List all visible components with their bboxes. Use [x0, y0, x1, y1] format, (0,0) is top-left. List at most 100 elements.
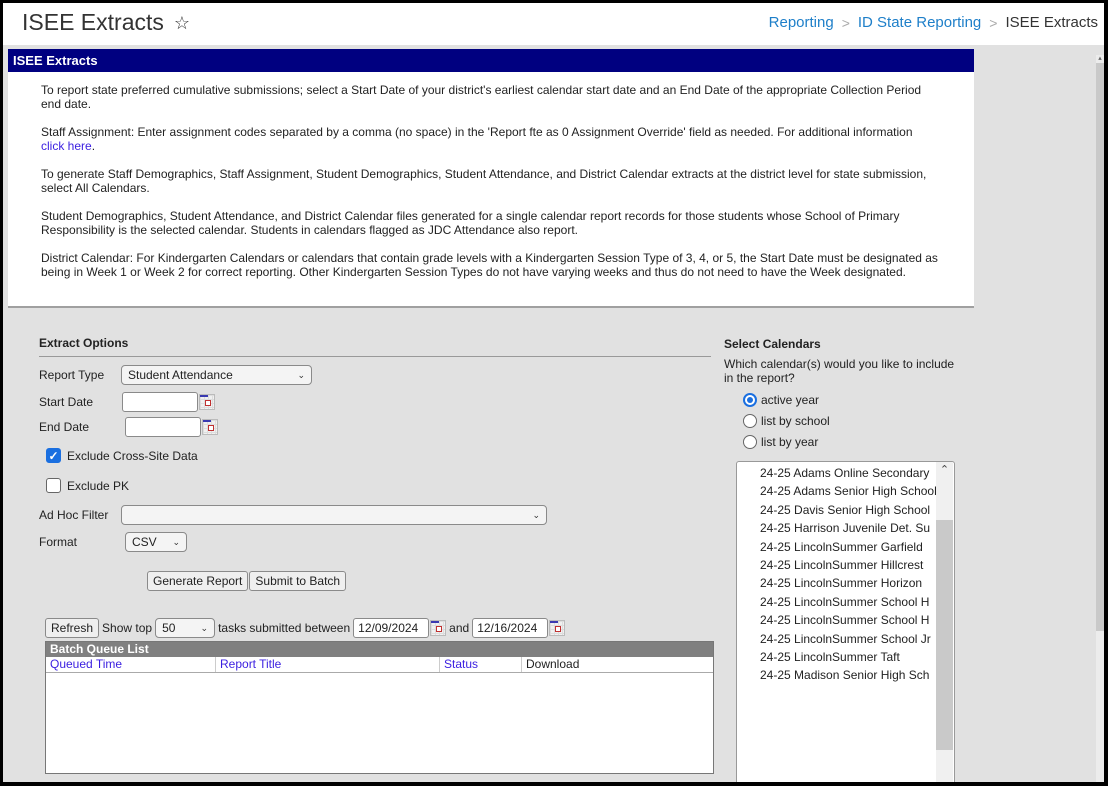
- end-date-row: End Date: [39, 417, 218, 437]
- and-label: and: [449, 621, 470, 635]
- calendar-list-item[interactable]: 24-25 Davis Senior High School: [737, 501, 937, 519]
- format-row: Format CSV ⌄: [39, 532, 187, 552]
- show-top-select[interactable]: 50 ⌄: [155, 618, 216, 638]
- calendar-icon[interactable]: [199, 394, 215, 410]
- chevron-down-icon: ⌄: [172, 536, 180, 547]
- exclude-cross-site-row: ✓ Exclude Cross-Site Data: [46, 448, 198, 463]
- batch-queue-list: Batch Queue List Queued Time Report Titl…: [45, 641, 714, 774]
- star-outline-icon[interactable]: ☆: [174, 14, 190, 32]
- info-panel: ISEE Extracts To report state preferred …: [8, 49, 974, 308]
- between-label: tasks submitted between: [218, 621, 351, 635]
- select-calendars-section: Select Calendars Which calendar(s) would…: [724, 337, 974, 452]
- chevron-right-icon: >: [989, 14, 998, 31]
- calendar-icon[interactable]: [430, 620, 447, 636]
- generate-report-button[interactable]: Generate Report: [147, 571, 249, 591]
- calendar-mode-radios: active year list by school list by year: [724, 389, 974, 452]
- ad-hoc-filter-select[interactable]: ⌄: [121, 505, 547, 525]
- batch-queue-columns: Queued Time Report Title Status Download: [46, 657, 713, 673]
- end-date-input[interactable]: [125, 417, 201, 437]
- refresh-button[interactable]: Refresh: [45, 618, 100, 638]
- extract-options-title: Extract Options: [39, 336, 711, 357]
- exclude-pk-checkbox[interactable]: [46, 478, 61, 493]
- scroll-up-arrow-icon[interactable]: ▴: [1096, 55, 1104, 63]
- start-date-row: Start Date: [39, 392, 215, 412]
- radio-active-year[interactable]: active year: [743, 389, 974, 410]
- breadcrumb-id-state-reporting[interactable]: ID State Reporting: [858, 14, 981, 31]
- submit-to-batch-button[interactable]: Submit to Batch: [249, 571, 347, 591]
- format-select[interactable]: CSV ⌄: [125, 532, 187, 552]
- report-type-value: Student Attendance: [128, 368, 233, 382]
- batch-to-date-input[interactable]: 12/16/2024: [472, 618, 549, 638]
- column-status[interactable]: Status: [440, 657, 522, 672]
- radio-button[interactable]: [743, 434, 757, 449]
- format-value: CSV: [132, 535, 157, 549]
- select-calendars-question: Which calendar(s) would you like to incl…: [724, 357, 955, 385]
- format-label: Format: [39, 535, 78, 549]
- radio-label: active year: [761, 392, 820, 407]
- exclude-pk-row: Exclude PK: [46, 478, 129, 493]
- exclude-cross-site-checkbox[interactable]: ✓: [46, 448, 61, 463]
- radio-list-by-year[interactable]: list by year: [743, 431, 974, 452]
- start-date-label: Start Date: [39, 395, 94, 409]
- breadcrumb-current: ISEE Extracts: [1005, 14, 1098, 31]
- page-scrollbar-thumb[interactable]: [1096, 63, 1104, 631]
- calendar-list-item[interactable]: 24-25 LincolnSummer Taft: [737, 648, 937, 666]
- calendar-list-item[interactable]: 24-25 LincolnSummer Horizon: [737, 574, 937, 592]
- scroll-up-arrow-icon[interactable]: ⌃: [936, 462, 953, 479]
- chevron-down-icon: ⌄: [200, 622, 209, 633]
- calendar-list-item[interactable]: 24-25 LincolnSummer School Jr: [737, 630, 937, 648]
- action-buttons: Generate Report Submit to Batch: [147, 571, 347, 591]
- ad-hoc-filter-label: Ad Hoc Filter: [39, 508, 109, 522]
- batch-filter-row: Refresh Show top 50 ⌄ tasks submitted be…: [45, 618, 566, 638]
- info-paragraph: To generate Staff Demographics, Staff As…: [41, 167, 927, 195]
- start-date-input[interactable]: [122, 392, 198, 412]
- end-date-label: End Date: [39, 420, 90, 434]
- page-title-wrap: ISEE Extracts ☆: [22, 9, 190, 36]
- calendar-listbox[interactable]: 24-25 Adams Online Secondary 24-25 Adams …: [736, 461, 955, 782]
- calendar-icon[interactable]: [202, 419, 218, 435]
- column-download: Download: [526, 657, 580, 671]
- calendar-list-item[interactable]: 24-25 Adams Senior High School: [737, 482, 937, 500]
- radio-button[interactable]: [743, 392, 757, 407]
- calendar-list-item[interactable]: 24-25 Adams Online Secondary: [737, 464, 937, 482]
- calendar-list-item[interactable]: 24-25 Harrison Juvenile Det. Su: [737, 519, 937, 537]
- calendar-list-items: 24-25 Adams Online Secondary 24-25 Adams …: [737, 464, 937, 685]
- scrollbar-thumb[interactable]: [936, 520, 953, 750]
- calendar-list-item[interactable]: 24-25 LincolnSummer School H: [737, 593, 937, 611]
- show-top-label: Show top: [102, 621, 153, 635]
- link-suffix: .: [91, 139, 96, 153]
- info-panel-body: To report state preferred cumulative sub…: [8, 72, 974, 279]
- calendar-list-item[interactable]: 24-25 LincolnSummer Garfield: [737, 538, 937, 556]
- chevron-right-icon: >: [841, 14, 850, 31]
- column-report-title[interactable]: Report Title: [216, 657, 440, 672]
- radio-list-by-school[interactable]: list by school: [743, 410, 974, 431]
- chevron-down-icon: ⌄: [297, 369, 305, 380]
- app-window: ISEE Extracts ☆ Reporting > ID State Rep…: [0, 0, 1108, 786]
- breadcrumb-reporting[interactable]: Reporting: [769, 14, 834, 31]
- batch-from-date-input[interactable]: 12/09/2024: [353, 618, 430, 638]
- calendar-list-scrollbar[interactable]: ⌃: [936, 462, 953, 782]
- extract-options-section: Extract Options: [39, 336, 711, 357]
- breadcrumb: Reporting > ID State Reporting > ISEE Ex…: [769, 14, 1098, 31]
- report-type-select[interactable]: Student Attendance ⌄: [121, 365, 312, 385]
- batch-queue-title: Batch Queue List: [46, 642, 713, 657]
- info-paragraph-text: Staff Assignment: Enter assignment codes…: [41, 125, 913, 139]
- exclude-pk-label: Exclude PK: [67, 478, 130, 493]
- column-queued-time[interactable]: Queued Time: [46, 657, 216, 672]
- radio-button[interactable]: [743, 413, 757, 428]
- calendar-icon[interactable]: [549, 620, 566, 636]
- exclude-cross-site-label: Exclude Cross-Site Data: [67, 448, 198, 463]
- info-paragraph: Student Demographics, Student Attendance…: [41, 209, 900, 237]
- click-here-link[interactable]: click here: [41, 139, 92, 153]
- radio-label: list by school: [761, 413, 830, 428]
- ad-hoc-filter-row: Ad Hoc Filter ⌄: [39, 505, 547, 525]
- info-panel-heading: ISEE Extracts: [8, 49, 974, 72]
- calendar-list-item[interactable]: 24-25 Madison Senior High Sch: [737, 666, 937, 684]
- calendar-list-item[interactable]: 24-25 LincolnSummer Hillcrest: [737, 556, 937, 574]
- page-title: ISEE Extracts: [22, 9, 164, 35]
- report-type-label: Report Type: [39, 368, 105, 382]
- page-scrollbar[interactable]: ▴: [1096, 55, 1104, 782]
- info-paragraph: To report state preferred cumulative sub…: [41, 83, 922, 111]
- calendar-list-item[interactable]: 24-25 LincolnSummer School H: [737, 611, 937, 629]
- info-paragraph: Staff Assignment: Enter assignment codes…: [41, 125, 944, 153]
